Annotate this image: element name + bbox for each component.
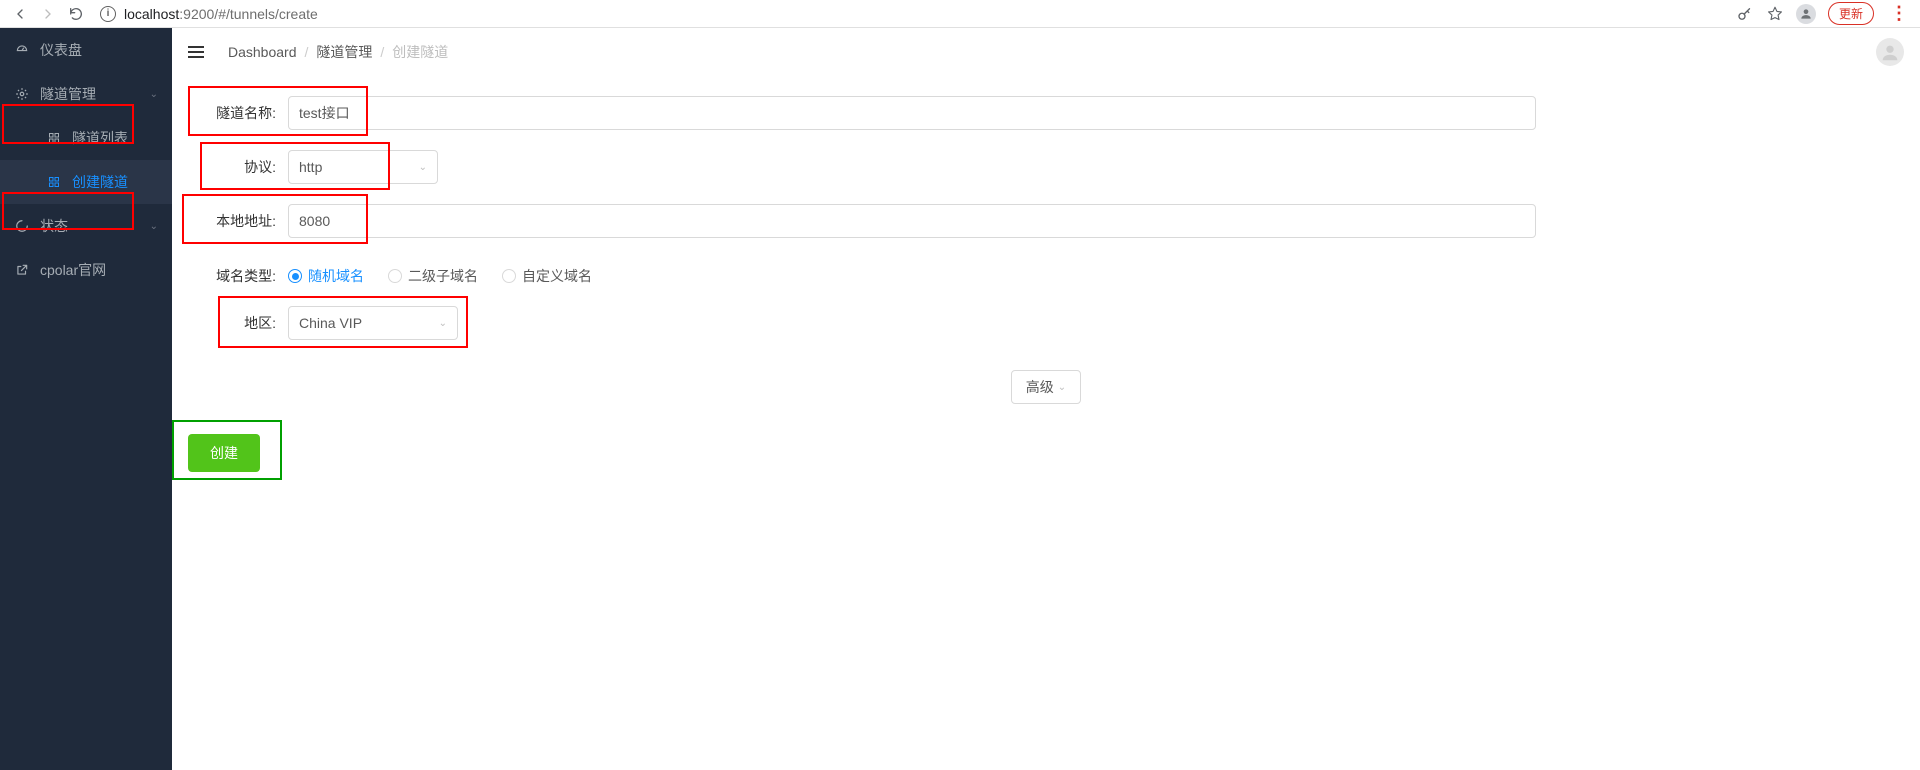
row-tunnel-name: 隧道名称: — [188, 96, 1904, 130]
row-region: 地区: China VIP ⌄ — [188, 306, 1904, 340]
sidebar-item-label: 状态 — [40, 216, 150, 236]
bookmark-star-icon[interactable] — [1766, 5, 1784, 23]
input-local-addr[interactable] — [288, 204, 1536, 238]
select-protocol[interactable]: http ⌄ — [288, 150, 438, 184]
radio-icon — [502, 269, 516, 283]
url-path: :9200/#/tunnels/create — [179, 6, 318, 22]
row-advanced: 高级 ⌄ — [188, 370, 1904, 404]
advanced-label: 高级 — [1026, 377, 1054, 397]
breadcrumb-item[interactable]: Dashboard — [228, 44, 297, 60]
breadcrumb: Dashboard / 隧道管理 / 创建隧道 — [228, 42, 448, 62]
radio-label: 自定义域名 — [522, 266, 592, 286]
address-bar[interactable]: i localhost:9200/#/tunnels/create — [100, 6, 1736, 22]
sidebar: 仪表盘 隧道管理 ⌄ 隧道列表 创建隧道 状态 ⌄ — [0, 28, 172, 770]
radio-label: 随机域名 — [308, 266, 364, 286]
more-menu-icon[interactable]: ⋮ — [1886, 3, 1912, 24]
loading-icon — [14, 218, 30, 234]
label-protocol: 协议: — [188, 157, 288, 177]
gear-icon — [14, 86, 30, 102]
chevron-down-icon: ⌄ — [150, 89, 158, 100]
radio-icon — [288, 269, 302, 283]
topbar: Dashboard / 隧道管理 / 创建隧道 — [172, 28, 1920, 76]
radio-label: 二级子域名 — [408, 266, 478, 286]
sidebar-item-tunnel-mgmt[interactable]: 隧道管理 ⌄ — [0, 72, 172, 116]
row-protocol: 协议: http ⌄ — [188, 150, 1904, 184]
chevron-down-icon: ⌄ — [439, 318, 447, 329]
sidebar-item-official-site[interactable]: cpolar官网 — [0, 248, 172, 292]
chevron-down-icon: ⌄ — [419, 162, 427, 173]
sidebar-item-label: 隧道列表 — [72, 128, 158, 148]
select-region-value: China VIP — [299, 315, 362, 331]
site-info-icon[interactable]: i — [100, 6, 116, 22]
radio-random-domain[interactable]: 随机域名 — [288, 266, 364, 286]
breadcrumb-item-current: 创建隧道 — [392, 42, 448, 62]
grid-icon — [46, 130, 62, 146]
breadcrumb-item[interactable]: 隧道管理 — [316, 42, 372, 62]
url-host: localhost — [124, 6, 179, 22]
label-domain-type: 域名类型: — [188, 266, 288, 286]
radio-group-domain: 随机域名 二级子域名 自定义域名 — [288, 266, 592, 286]
sidebar-item-dashboard[interactable]: 仪表盘 — [0, 28, 172, 72]
reload-button[interactable] — [64, 2, 88, 26]
label-local-addr: 本地地址: — [188, 211, 288, 231]
sidebar-item-tunnel-list[interactable]: 隧道列表 — [0, 116, 172, 160]
update-button[interactable]: 更新 — [1828, 2, 1874, 25]
input-tunnel-name[interactable] — [288, 96, 1536, 130]
row-domain-type: 域名类型: 随机域名 二级子域名 自定义域名 — [188, 266, 1904, 286]
main-area: Dashboard / 隧道管理 / 创建隧道 隧道名称: 协议: htt — [172, 28, 1920, 770]
key-icon[interactable] — [1736, 5, 1754, 23]
sidebar-item-label: 仪表盘 — [40, 40, 158, 60]
grid-icon — [46, 174, 62, 190]
sidebar-item-status[interactable]: 状态 ⌄ — [0, 204, 172, 248]
chevron-down-icon: ⌄ — [1058, 382, 1066, 393]
breadcrumb-separator: / — [380, 44, 384, 60]
menu-toggle-icon[interactable] — [188, 42, 208, 62]
chevron-down-icon: ⌄ — [150, 221, 158, 232]
radio-subdomain[interactable]: 二级子域名 — [388, 266, 478, 286]
profile-icon[interactable] — [1796, 4, 1816, 24]
sidebar-item-label: 创建隧道 — [72, 172, 158, 192]
sidebar-item-create-tunnel[interactable]: 创建隧道 — [0, 160, 172, 204]
radio-icon — [388, 269, 402, 283]
breadcrumb-separator: / — [305, 44, 309, 60]
create-button[interactable]: 创建 — [188, 434, 260, 472]
sidebar-item-label: 隧道管理 — [40, 84, 150, 104]
sidebar-item-label: cpolar官网 — [40, 260, 158, 280]
radio-custom-domain[interactable]: 自定义域名 — [502, 266, 592, 286]
advanced-toggle-button[interactable]: 高级 ⌄ — [1011, 370, 1081, 404]
row-local-addr: 本地地址: — [188, 204, 1904, 238]
external-link-icon — [14, 262, 30, 278]
dashboard-icon — [14, 42, 30, 58]
select-protocol-value: http — [299, 159, 322, 175]
browser-toolbar: i localhost:9200/#/tunnels/create 更新 ⋮ — [0, 0, 1920, 28]
label-tunnel-name: 隧道名称: — [188, 103, 288, 123]
form-content: 隧道名称: 协议: http ⌄ 本地地址: 域名类型 — [172, 76, 1920, 770]
back-button[interactable] — [8, 2, 32, 26]
select-region[interactable]: China VIP ⌄ — [288, 306, 458, 340]
forward-button[interactable] — [36, 2, 60, 26]
avatar[interactable] — [1876, 38, 1904, 66]
label-region: 地区: — [188, 313, 288, 333]
row-submit: 创建 — [188, 434, 1904, 472]
